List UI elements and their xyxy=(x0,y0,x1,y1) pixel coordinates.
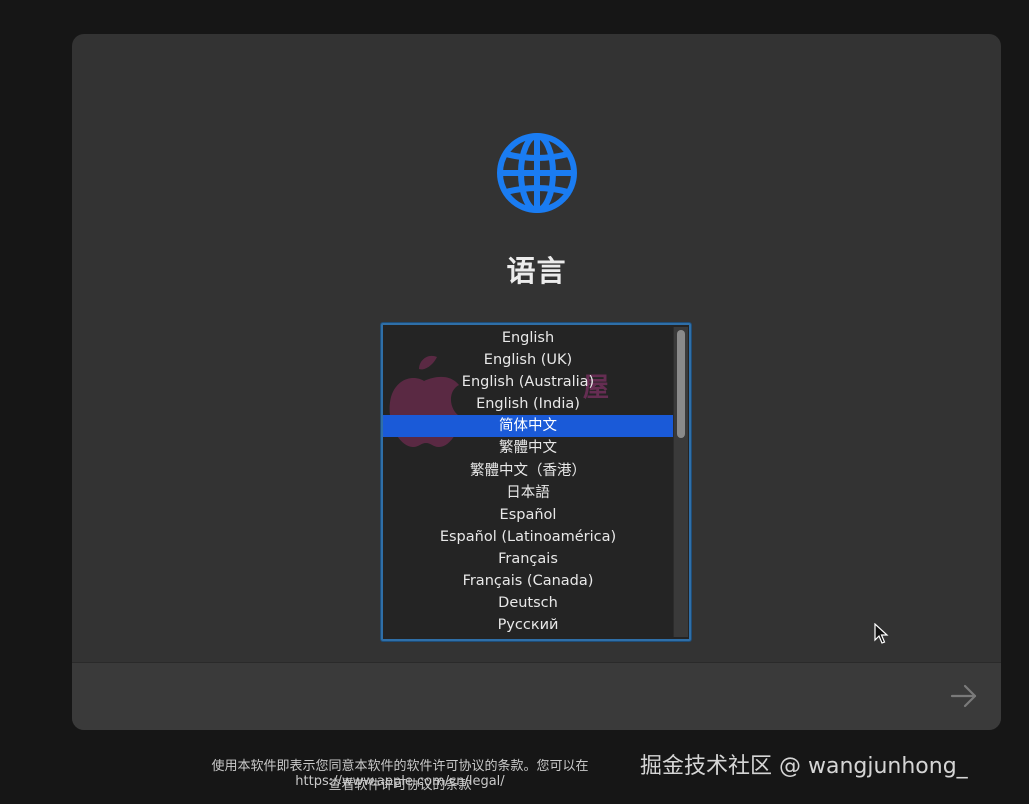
language-option[interactable]: Русский xyxy=(383,614,673,636)
language-option[interactable]: English xyxy=(383,327,673,349)
language-option[interactable]: Español (Latinoamérica) xyxy=(383,526,673,548)
language-option[interactable]: 简体中文 xyxy=(383,415,673,438)
site-watermark: 掘金技术社区 @ wangjunhong_ xyxy=(640,754,968,779)
globe-icon xyxy=(497,133,577,213)
language-option[interactable]: 日本語 xyxy=(383,482,673,504)
arrow-right-icon[interactable] xyxy=(949,681,979,711)
language-option[interactable]: English (UK) xyxy=(383,349,673,371)
language-option[interactable]: 繁體中文（香港） xyxy=(383,460,673,482)
page-title: 语言 xyxy=(506,254,567,288)
license-text-line2: 查看软件许可协议的条款 xyxy=(328,778,472,793)
language-option[interactable]: Español xyxy=(383,504,673,526)
language-option[interactable]: Deutsch xyxy=(383,592,673,614)
mouse-pointer-icon xyxy=(874,623,889,644)
language-option[interactable]: Français xyxy=(383,548,673,570)
footer-bar xyxy=(72,662,1001,730)
scrollbar-thumb[interactable] xyxy=(677,330,685,438)
language-list: English English (UK) English (Australia) En… xyxy=(383,327,673,636)
setup-panel: 语言 屋 English English (UK) English (Austral… xyxy=(72,34,1001,730)
scrollbar[interactable] xyxy=(673,327,688,637)
language-option[interactable]: English (Australia) xyxy=(383,371,673,393)
language-option[interactable]: Français (Canada) xyxy=(383,570,673,592)
language-listbox[interactable]: 屋 English English (UK) English (Australia)… xyxy=(381,323,691,641)
language-option[interactable]: English (India) xyxy=(383,393,673,415)
language-option[interactable]: 繁體中文 xyxy=(383,437,673,459)
